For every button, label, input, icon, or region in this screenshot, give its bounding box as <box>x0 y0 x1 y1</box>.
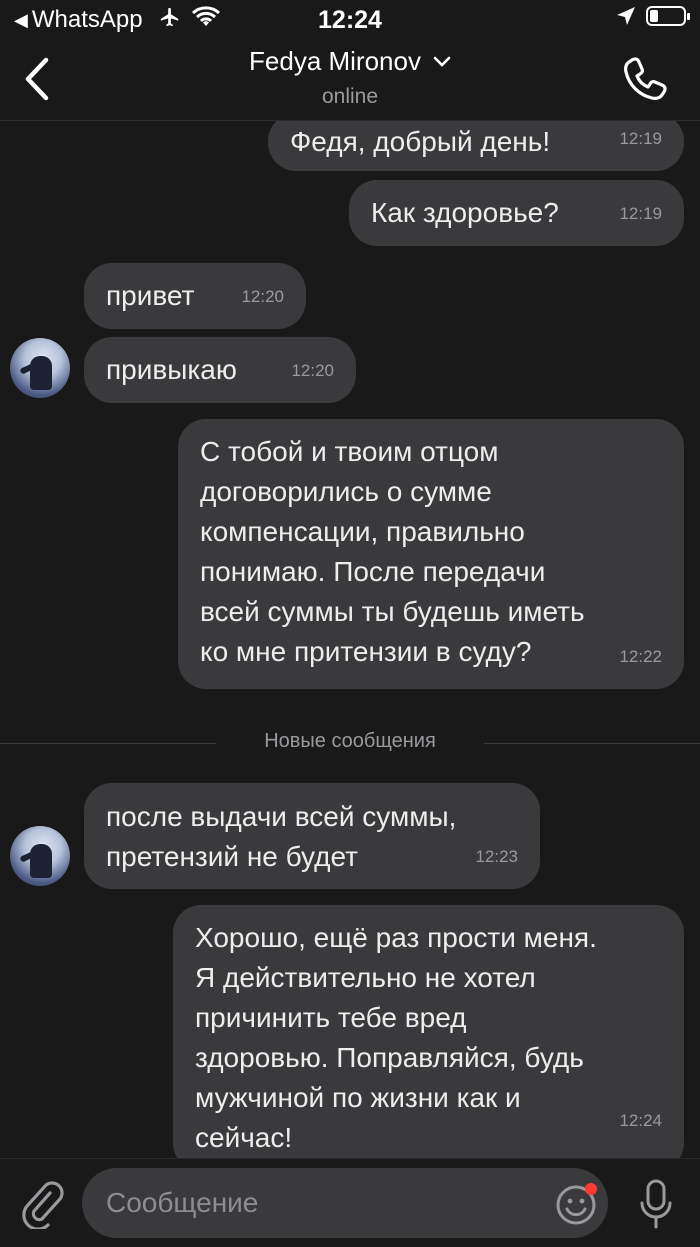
contact-status: online <box>321 85 379 108</box>
message-composer: Сообщение <box>0 1158 700 1247</box>
chat-header: Fedya Mironov online <box>0 40 700 121</box>
notification-dot <box>585 1183 597 1195</box>
message-bubble-incoming[interactable]: после выдачи всей суммы, претензий не бу… <box>84 783 540 889</box>
chevron-down-icon <box>433 56 451 67</box>
location-arrow-icon <box>617 7 635 25</box>
chat-area[interactable]: Федя, добрый день! 12:19 Как здоровье? 1… <box>0 121 700 1158</box>
message-time: 12:23 <box>475 847 518 866</box>
avatar-figure <box>30 356 52 390</box>
status-bar: ◀ WhatsApp 12:24 <box>0 0 700 40</box>
avatar-figure <box>30 844 52 878</box>
phone-icon[interactable] <box>622 54 670 104</box>
message-time: 12:20 <box>291 361 334 380</box>
microphone-icon[interactable] <box>638 1177 674 1233</box>
message-input[interactable]: Сообщение <box>82 1168 608 1238</box>
message-text: С тобой и твоим отцом договорились о сум… <box>200 436 585 667</box>
battery-icon <box>646 6 690 26</box>
divider-label: Новые сообщения <box>264 730 436 752</box>
message-bubble-outgoing[interactable]: Как здоровье? 12:19 <box>349 180 684 246</box>
message-time: 12:20 <box>241 287 284 306</box>
message-bubble-outgoing[interactable]: Федя, добрый день! 12:19 <box>268 121 684 171</box>
status-time: 12:24 <box>318 6 382 34</box>
paperclip-icon[interactable] <box>20 1179 64 1229</box>
status-icons-right <box>616 6 690 26</box>
message-bubble-incoming[interactable]: привыкаю 12:20 <box>84 337 356 403</box>
message-time: 12:24 <box>619 1111 662 1130</box>
contact-avatar[interactable] <box>10 338 70 398</box>
message-bubble-outgoing[interactable]: Хорошо, ещё раз прости меня. Я действите… <box>173 905 684 1158</box>
new-messages-divider: Новые сообщения <box>0 730 700 752</box>
contact-title-row: Fedya Mironov <box>249 46 451 77</box>
message-time: 12:19 <box>619 204 662 223</box>
message-bubble-outgoing[interactable]: С тобой и твоим отцом договорились о сум… <box>178 419 684 689</box>
message-bubble-incoming[interactable]: привет 12:20 <box>84 263 306 329</box>
contact-name: Fedya Mironov <box>249 46 421 76</box>
message-text: Хорошо, ещё раз прости меня. Я действите… <box>195 922 597 1153</box>
contact-info[interactable]: Fedya Mironov online <box>0 46 700 109</box>
message-time: 12:19 <box>619 129 662 148</box>
message-time: 12:22 <box>619 647 662 666</box>
contact-avatar[interactable] <box>10 826 70 886</box>
